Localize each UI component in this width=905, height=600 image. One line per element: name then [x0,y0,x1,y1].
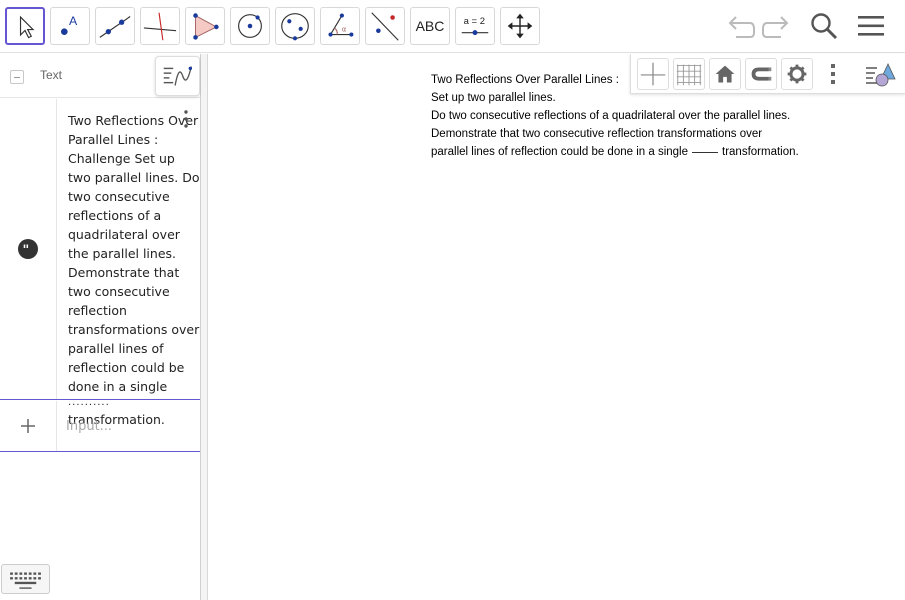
line-tool-button[interactable] [95,7,135,45]
text-tool-label: ABC [415,18,445,34]
text-tool-button[interactable]: ABC [410,7,450,45]
search-button[interactable] [807,10,841,42]
graphics-text-last-line: parallel lines of reflection could be do… [431,143,799,161]
item-marker: " [0,99,57,399]
algebra-group-title: Text [40,68,63,82]
algebra-header: Text [0,54,200,98]
slider-icon: a = 2 [461,16,489,36]
graphics-view[interactable]: Two Reflections Over Parallel Lines : Se… [209,54,905,600]
quote-icon[interactable]: " [18,239,38,259]
graphics-style-icon [866,63,896,87]
svg-text:a = 2: a = 2 [464,16,485,27]
ellipse-tool-button[interactable] [275,7,315,45]
point-icon: A [61,14,78,35]
magnet-icon [751,67,772,81]
graphics-text-last-end: transformation. [722,146,799,158]
graphics-more-button[interactable] [823,58,843,90]
more-vertical-icon [831,64,835,84]
perpendicular-line-tool-button[interactable] [140,7,180,45]
home-view-button[interactable] [709,58,741,90]
reflect-tool-button[interactable] [365,7,405,45]
redo-icon [762,16,789,38]
line-icon [99,16,131,38]
move-graphics-tool-button[interactable] [500,7,540,45]
toggle-axes-button[interactable] [637,58,669,90]
keyboard-toggle-button[interactable] [1,564,50,594]
algebra-input-field[interactable] [66,415,196,437]
move-arrows-icon [507,13,533,39]
fill-in-blank [692,152,718,153]
graphics-text-line: Do two consecutive reflections of a quad… [431,110,791,122]
algebra-sort-icon [163,66,193,86]
more-options-icon[interactable] [181,109,191,129]
algebra-item-text: Two Reflections Over Parallel Lines : Ch… [68,111,200,429]
ellipse-icon [281,13,309,41]
graphics-view-toggle-button[interactable] [861,58,901,90]
axes-icon [640,62,666,86]
undo-button[interactable] [723,10,757,42]
algebra-style-button[interactable] [155,56,200,96]
input-marker [0,401,57,451]
perpendicular-line-icon [143,12,177,41]
svg-text:": " [23,243,30,258]
point-tool-button[interactable]: A [50,7,90,45]
hamburger-menu-icon [858,16,884,36]
main-menu-button[interactable] [854,10,888,42]
plus-icon[interactable] [20,418,36,434]
point-capturing-button[interactable] [745,58,777,90]
graphics-style-bar [630,54,905,94]
angle-tool-button[interactable]: α [320,7,360,45]
toggle-grid-button[interactable] [673,58,705,90]
undo-icon [728,16,755,38]
redo-button[interactable] [760,10,794,42]
graphics-settings-button[interactable] [781,58,813,90]
algebra-view: Text " Two Reflections Over Parallel Lin… [0,54,201,600]
slider-tool-button[interactable]: a = 2 [455,7,495,45]
gear-icon [787,64,807,84]
search-icon [811,13,838,40]
algebra-input-row [0,401,200,452]
view-splitter[interactable] [201,54,208,600]
home-icon [715,65,735,83]
algebra-text-item[interactable]: " Two Reflections Over Parallel Lines : … [0,99,200,427]
collapse-icon[interactable] [10,70,24,84]
circle-icon [238,14,262,38]
circle-tool-button[interactable] [230,7,270,45]
reflect-about-line-icon [371,12,399,41]
graphics-text-line: Demonstrate that two consecutive reflect… [431,128,763,140]
polygon-icon [193,13,219,40]
polygon-tool-button[interactable] [185,7,225,45]
main-toolbar: A α ABC a = 2 [0,0,905,53]
svg-text:A: A [69,14,78,28]
svg-text:α: α [342,26,347,34]
grid-icon [676,64,702,86]
algebra-item-body: Two Reflections Over Parallel Lines : Ch… [68,113,200,394]
graphics-text-last-start: parallel lines of reflection could be do… [431,146,688,158]
cursor-arrow-icon [19,15,35,39]
angle-icon: α [328,13,354,37]
keyboard-icon [10,572,41,589]
move-tool-button[interactable] [5,7,45,45]
